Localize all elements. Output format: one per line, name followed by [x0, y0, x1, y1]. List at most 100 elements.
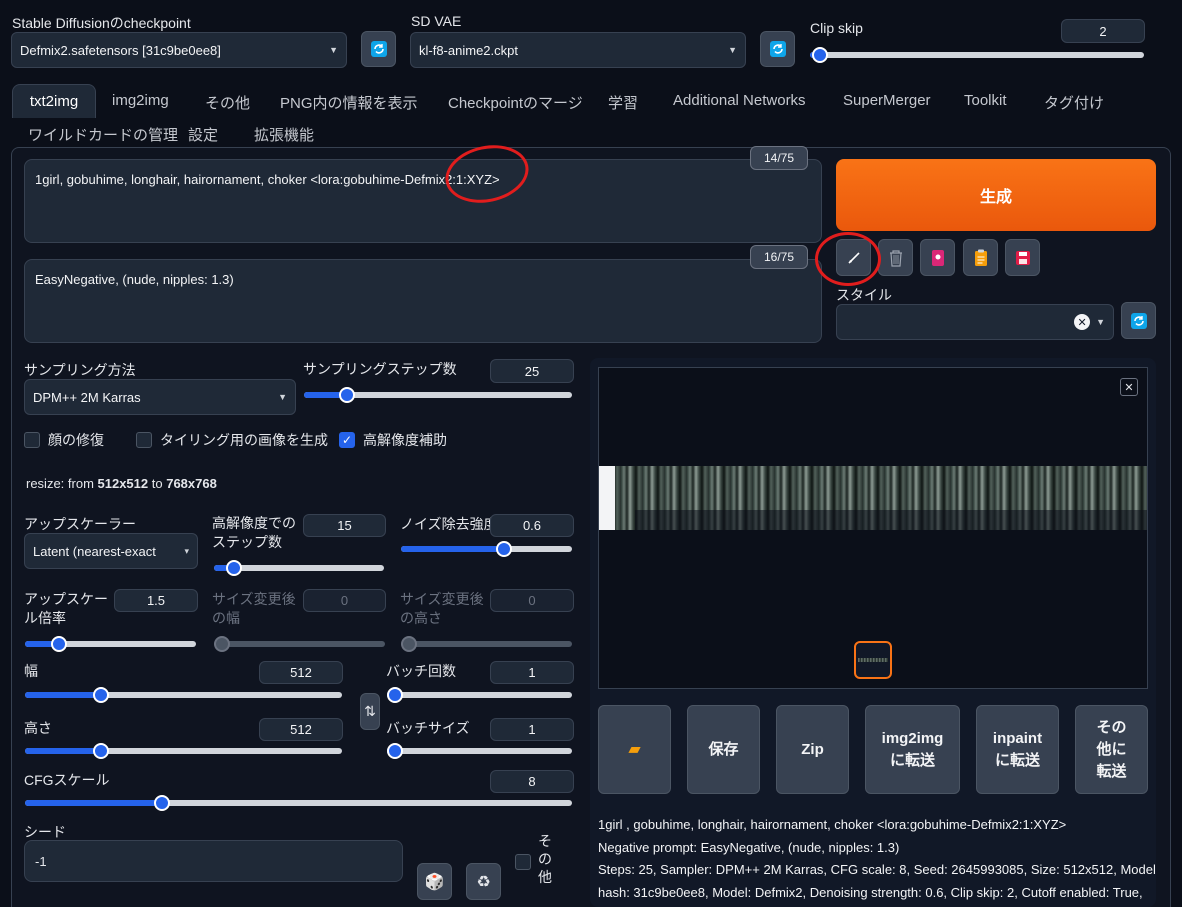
slider-handle[interactable] [401, 636, 417, 652]
clipskip-label: Clip skip [810, 20, 863, 36]
preview-image[interactable] [599, 466, 1147, 530]
tab-extensions[interactable]: 拡張機能 [254, 124, 314, 145]
slider-handle[interactable] [387, 743, 403, 759]
batch-count-number[interactable]: 1 [490, 661, 574, 684]
extra-networks-button[interactable] [920, 239, 955, 276]
tab-txt2img[interactable]: txt2img [12, 84, 96, 118]
tab-train[interactable]: 学習 [608, 92, 638, 113]
clear-icon[interactable]: ✕ [1074, 314, 1091, 330]
swap-icon: ⇅ [364, 703, 376, 719]
height-number[interactable]: 512 [259, 718, 343, 741]
resize-info: resize: from 512x512 to 768x768 [26, 476, 217, 491]
close-icon[interactable]: ✕ [1120, 378, 1138, 396]
tiling-checkbox[interactable]: タイリング用の画像を生成 [136, 430, 328, 450]
vae-dropdown[interactable]: kl-f8-anime2.ckpt ▼ [410, 32, 746, 68]
save-button[interactable]: 保存 [687, 705, 760, 794]
tab-tagging[interactable]: タグ付け [1044, 92, 1104, 113]
hires-fix-checkbox[interactable]: ✓ 高解像度補助 [339, 430, 447, 450]
tab-other[interactable]: その他 [205, 92, 250, 113]
cfg-slider[interactable] [25, 795, 572, 811]
slider-handle[interactable] [93, 743, 110, 759]
batch-size-label: バッチサイズ [386, 720, 470, 736]
height-slider[interactable] [25, 743, 342, 759]
open-folder-button[interactable]: ▰ [598, 705, 671, 794]
refresh-vae-button[interactable] [760, 31, 795, 67]
card-icon [931, 249, 944, 266]
sampler-dropdown[interactable]: DPM++ 2M Karras ▼ [24, 379, 296, 415]
clear-prompt-button[interactable] [878, 239, 913, 276]
save-style-button[interactable] [1005, 239, 1040, 276]
upscale-by-number[interactable]: 1.5 [114, 589, 198, 612]
face-restore-checkbox[interactable]: 顔の修復 [24, 430, 104, 450]
checkbox[interactable] [515, 854, 531, 870]
denoise-number[interactable]: 0.6 [490, 514, 574, 537]
refresh-styles-button[interactable] [1121, 302, 1156, 339]
tab-supermerger[interactable]: SuperMerger [843, 92, 931, 109]
reuse-seed-button[interactable]: ♻ [466, 863, 501, 900]
checkbox[interactable] [24, 432, 40, 448]
slider-handle[interactable] [812, 47, 829, 63]
info-negative: Negative prompt: EasyNegative, (nude, ni… [598, 839, 900, 855]
resize-height-number[interactable]: 0 [490, 589, 574, 612]
positive-token-count: 14/75 [750, 146, 808, 170]
width-slider[interactable] [25, 687, 342, 703]
resize-width-slider[interactable] [214, 636, 385, 652]
refresh-checkpoint-button[interactable] [361, 31, 396, 67]
tab-png-info[interactable]: PNG内の情報を表示 [280, 92, 418, 113]
style-dropdown[interactable]: ✕ ▼ [836, 304, 1114, 340]
positive-prompt-textarea[interactable]: 1girl, gobuhime, longhair, hairornament,… [24, 159, 822, 243]
checkbox[interactable] [136, 432, 152, 448]
upscaler-dropdown[interactable]: Latent (nearest-exact ▾ [24, 533, 198, 569]
tab-settings[interactable]: 設定 [188, 124, 218, 145]
swap-dimensions-button[interactable]: ⇅ [360, 693, 380, 730]
upscaler-label: アップスケーラー [24, 516, 136, 532]
clipboard-icon [974, 249, 987, 266]
apply-style-button[interactable] [963, 239, 998, 276]
thumbnail[interactable] [854, 641, 892, 679]
checkbox-label: 顔の修復 [48, 432, 104, 448]
upscale-by-slider[interactable] [25, 636, 196, 652]
steps-number[interactable]: 25 [490, 359, 574, 383]
tab-toolkit[interactable]: Toolkit [964, 92, 1007, 109]
tab-checkpoint-merge[interactable]: Checkpointのマージ [448, 92, 583, 113]
send-to-extras-button[interactable]: その 他に 転送 [1075, 705, 1148, 794]
hires-steps-number[interactable]: 15 [303, 514, 386, 537]
slider-handle[interactable] [495, 541, 512, 557]
batch-size-slider[interactable] [387, 743, 572, 759]
batch-size-number[interactable]: 1 [490, 718, 574, 741]
resize-width-number[interactable]: 0 [303, 589, 386, 612]
tab-img2img[interactable]: img2img [112, 92, 169, 109]
seed-label: シード [24, 824, 66, 840]
tab-additional-networks[interactable]: Additional Networks [673, 92, 806, 109]
extra-seed-checkbox[interactable] [515, 854, 531, 873]
slider-handle[interactable] [93, 687, 110, 703]
negative-prompt-textarea[interactable]: EasyNegative, (nude, nipples: 1.3) [24, 259, 822, 343]
upscale-by-label: アップスケール倍率 [24, 591, 108, 626]
denoise-slider[interactable] [401, 541, 572, 557]
slider-handle[interactable] [153, 795, 170, 811]
random-seed-button[interactable]: 🎲 [417, 863, 452, 900]
hires-steps-slider[interactable] [214, 560, 384, 576]
extra-seed-label: その他 [538, 833, 552, 885]
slider-handle[interactable] [214, 636, 230, 652]
checkpoint-dropdown[interactable]: Defmix2.safetensors [31c9be0ee8] ▼ [11, 32, 347, 68]
steps-slider[interactable] [304, 387, 572, 403]
style-label: スタイル [836, 287, 892, 303]
refresh-icon [370, 41, 387, 57]
send-to-inpaint-button[interactable]: inpaint に転送 [976, 705, 1059, 794]
floppy-icon [1015, 250, 1030, 265]
slider-handle[interactable] [387, 687, 403, 703]
batch-count-slider[interactable] [387, 687, 572, 703]
checkbox-checked[interactable]: ✓ [339, 432, 355, 448]
width-number[interactable]: 512 [259, 661, 343, 684]
send-to-img2img-button[interactable]: img2img に転送 [865, 705, 960, 794]
slider-handle[interactable] [338, 387, 355, 403]
generate-button[interactable]: 生成 [836, 159, 1156, 231]
zip-button[interactable]: Zip [776, 705, 849, 794]
tab-wildcards[interactable]: ワイルドカードの管理 [28, 124, 178, 145]
clipskip-number[interactable]: 2 [1061, 19, 1145, 43]
resize-height-slider[interactable] [401, 636, 572, 652]
clipskip-slider[interactable] [810, 47, 1144, 63]
cfg-number[interactable]: 8 [490, 770, 574, 793]
seed-input[interactable]: -1 [24, 840, 403, 882]
